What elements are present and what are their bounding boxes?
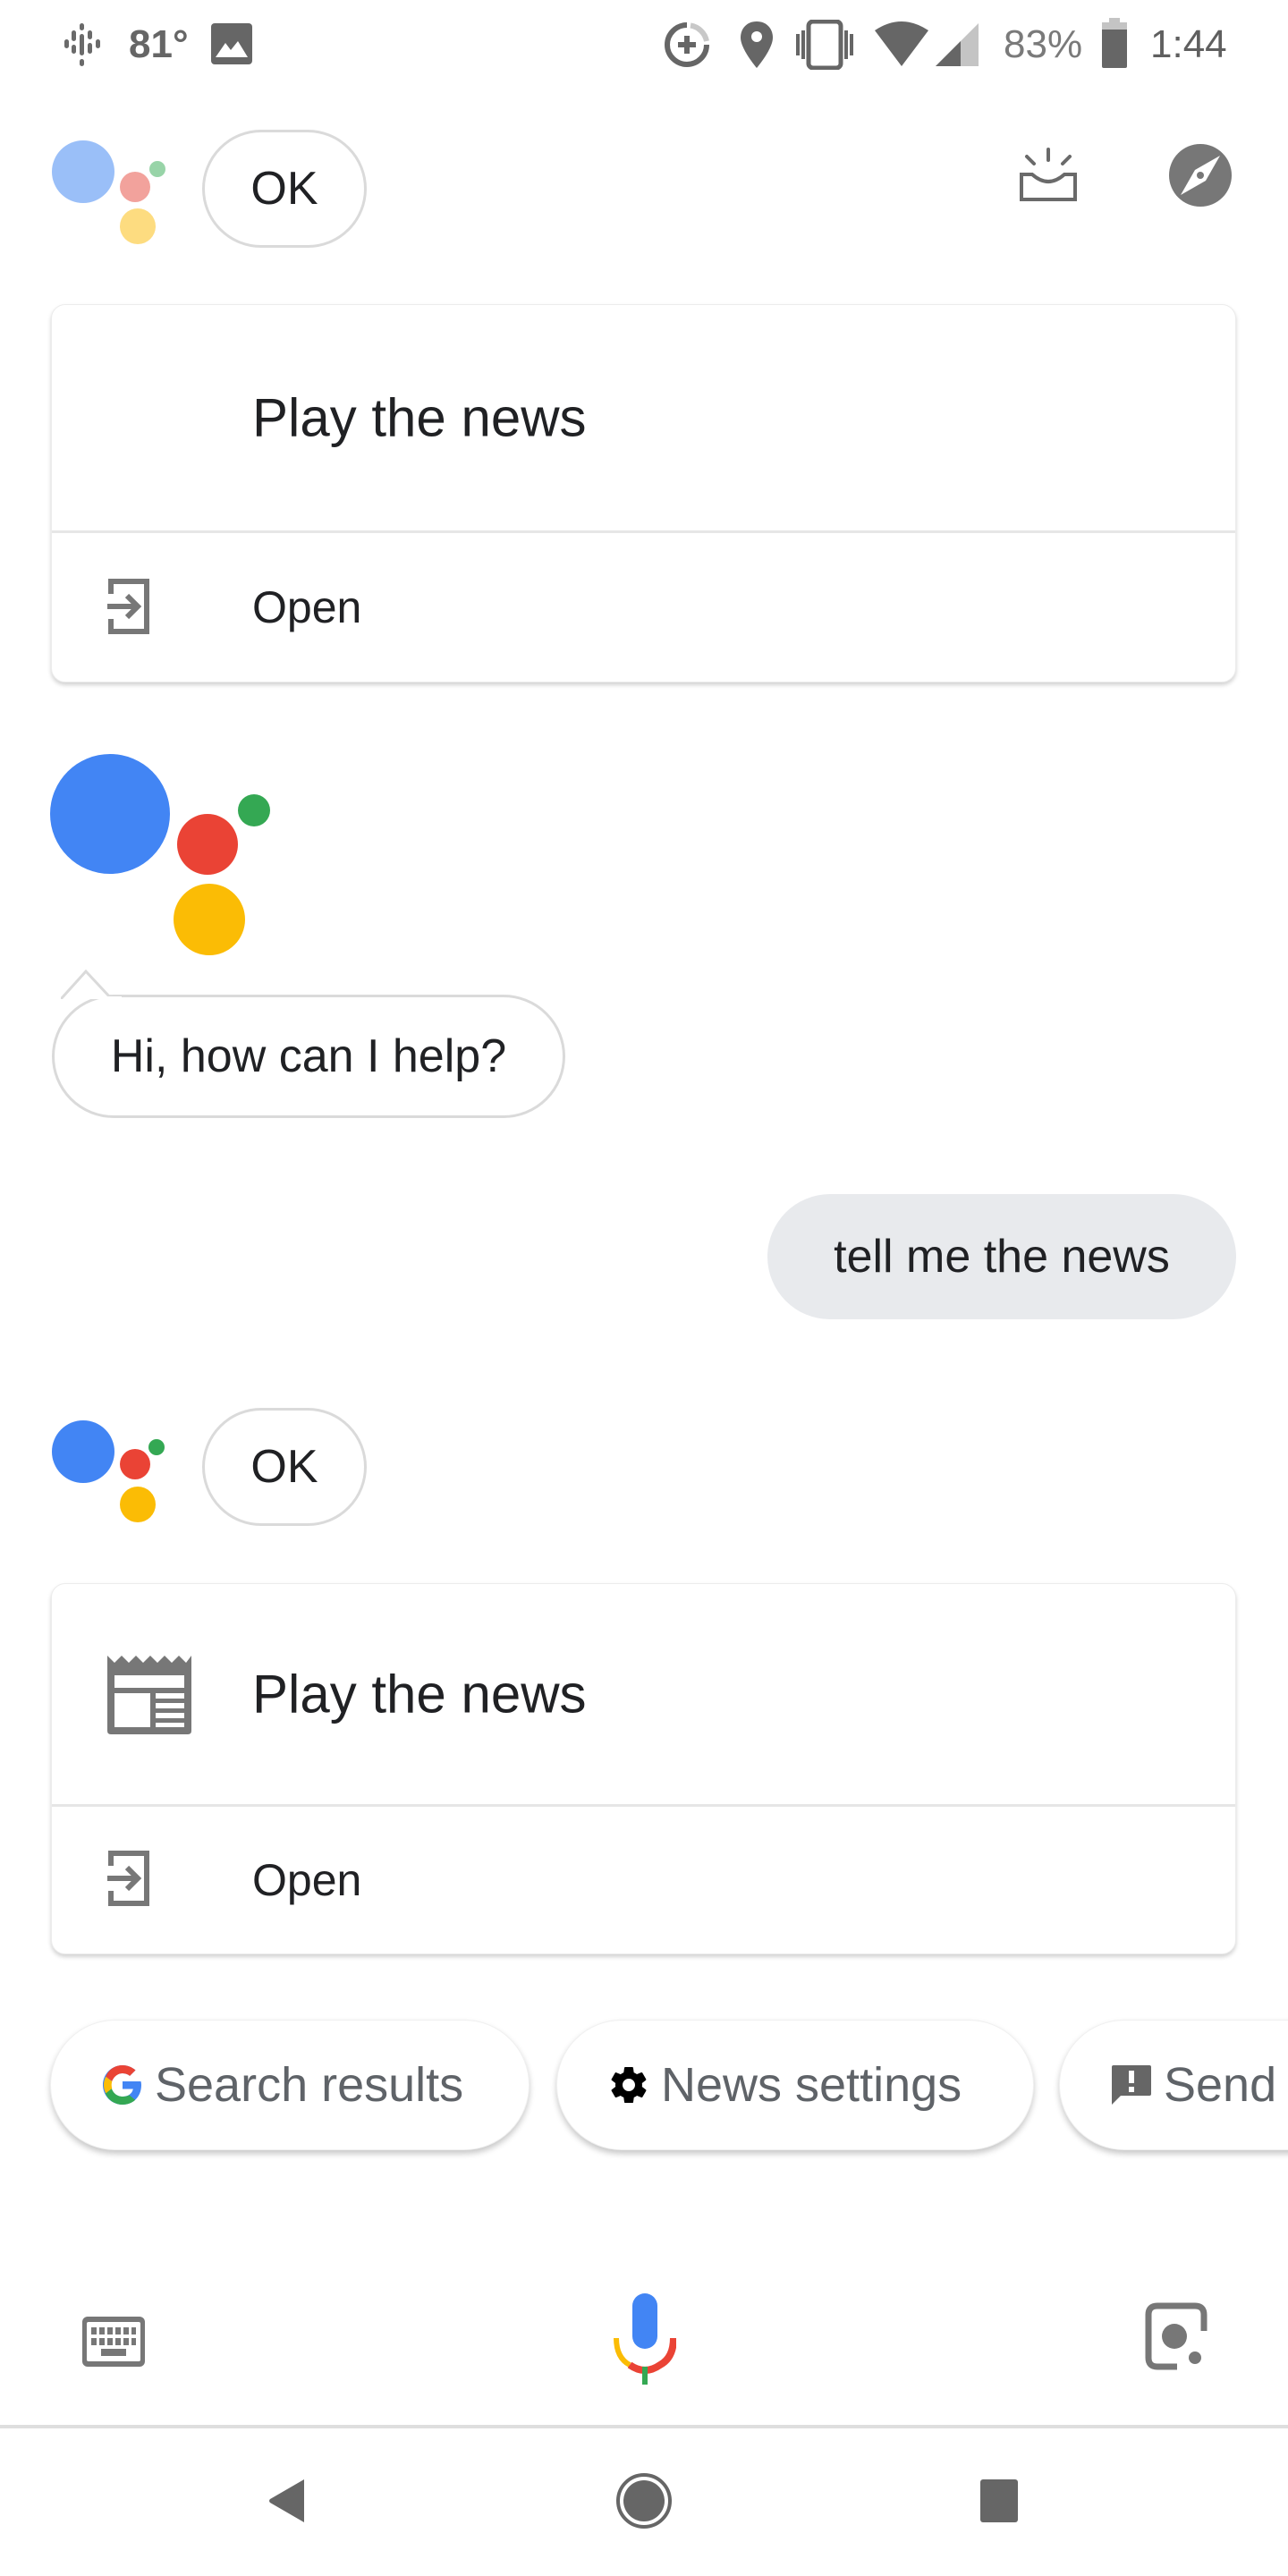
card-open-row[interactable]: Open [52, 1807, 1235, 1953]
feedback-icon [1112, 2065, 1151, 2105]
logo-dot-red [120, 172, 150, 202]
card-title: Play the news [252, 387, 587, 448]
assistant-logo-large [0, 742, 286, 975]
keyboard-icon[interactable] [82, 2317, 145, 2367]
news-action-card-2: Play the news Open [51, 1583, 1236, 1954]
chip-search-results[interactable]: Search results [50, 2020, 530, 2150]
vibrate-icon [796, 20, 853, 70]
google-g-icon [103, 2065, 141, 2105]
logo-dot-green [148, 1439, 165, 1455]
chip-label: News settings [661, 2058, 962, 2112]
recents-icon[interactable] [980, 2479, 1018, 2522]
assistant-logo-small [0, 1404, 197, 1538]
logo-dot-blue [52, 1420, 114, 1483]
logo-dot-green [149, 161, 165, 177]
inbox-updates-icon[interactable] [1020, 148, 1077, 203]
assistant-ok-response: OK [202, 130, 367, 248]
back-icon[interactable] [268, 2478, 306, 2524]
open-label: Open [252, 582, 362, 632]
assistant-logo-faded [0, 125, 197, 268]
logo-dot-red [177, 814, 238, 875]
assistant-greeting-bubble: Hi, how can I help? [52, 995, 565, 1118]
card-title-row[interactable]: Play the news [52, 1584, 1235, 1807]
status-bar: 81° 83% 1:44 [0, 0, 1288, 89]
open-label: Open [252, 1855, 362, 1905]
card-open-row[interactable]: Open [52, 533, 1235, 682]
location-icon [741, 21, 773, 68]
user-query-bubble: tell me the news [767, 1194, 1236, 1319]
news-action-card-1: Play the news Open [51, 304, 1236, 682]
chip-label: Search results [155, 2058, 464, 2112]
logo-dot-yellow [120, 1487, 156, 1522]
clock: 1:44 [1150, 22, 1227, 66]
logo-dot-yellow [120, 208, 156, 244]
wifi-icon [875, 21, 928, 66]
assistant-ok-response: OK [202, 1408, 367, 1526]
chip-label: Send [1164, 2058, 1277, 2112]
image-icon [211, 23, 252, 64]
open-in-app-icon [107, 1851, 149, 1906]
bubble-tail [61, 969, 122, 999]
newspaper-icon [107, 1656, 191, 1734]
logo-dot-blue [52, 140, 114, 203]
nav-divider [0, 2425, 1288, 2428]
data-saver-icon [665, 22, 709, 67]
home-icon[interactable] [615, 2472, 673, 2529]
logo-dot-red [120, 1449, 150, 1479]
weather-temperature: 81° [129, 22, 189, 66]
chip-send-feedback[interactable]: Send [1059, 2020, 1288, 2150]
card-title: Play the news [252, 1664, 587, 1724]
lens-icon[interactable] [1145, 2302, 1208, 2370]
logo-dot-blue [50, 754, 170, 874]
logo-dot-green [238, 794, 270, 826]
cell-signal-icon [936, 23, 979, 66]
compass-icon[interactable] [1168, 143, 1233, 208]
mic-icon[interactable] [614, 2293, 676, 2385]
gear-icon [611, 2067, 647, 2104]
podcast-icon [64, 23, 100, 66]
card-title-row[interactable]: Play the news [52, 305, 1235, 533]
chip-news-settings[interactable]: News settings [556, 2020, 1034, 2150]
battery-icon [1102, 18, 1127, 68]
battery-percent: 83% [1004, 22, 1083, 66]
open-in-app-icon [107, 579, 149, 634]
logo-dot-yellow [174, 884, 245, 955]
